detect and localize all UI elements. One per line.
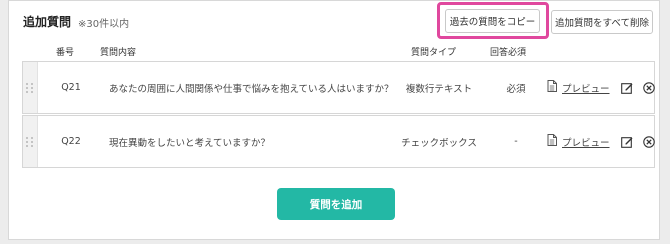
question-content: あなたの周囲に人間関係や仕事で悩みを抱えている人はいますか？ — [109, 83, 394, 95]
table-row: Q22 現在異動をしたいと考えていますか？ チェックボックス - プレビュー — [22, 115, 655, 168]
preview-link[interactable]: プレビュー — [547, 62, 610, 113]
question-number: Q21 — [61, 82, 81, 93]
preview-label[interactable]: プレビュー — [562, 81, 610, 95]
header-type: 質問タイプ — [411, 48, 457, 58]
question-number: Q22 — [61, 136, 81, 147]
question-type: 複数行テキスト — [405, 83, 473, 95]
edit-icon[interactable] — [621, 136, 633, 148]
required-status: 必須 — [506, 83, 526, 95]
preview-label[interactable]: プレビュー — [562, 135, 610, 149]
drag-handle-icon[interactable] — [23, 116, 38, 167]
question-type: チェックボックス — [401, 137, 477, 149]
required-status: - — [514, 136, 518, 147]
section-note: ※30件以内 — [78, 19, 130, 30]
edit-icon[interactable] — [621, 82, 633, 94]
header-content: 質問内容 — [100, 48, 137, 58]
preview-link[interactable]: プレビュー — [547, 116, 610, 167]
drag-handle-icon[interactable] — [23, 62, 38, 113]
delete-icon[interactable] — [643, 81, 655, 94]
table-row: Q21 あなたの周囲に人間関係や仕事で悩みを抱えている人はいますか？ 複数行テキ… — [22, 61, 655, 114]
header-required: 回答必須 — [490, 48, 527, 58]
additional-questions-panel: 追加質問 ※30件以内 過去の質問をコピー 追加質問をすべて削除 番号 質問内容… — [8, 0, 660, 240]
section-title: 追加質問 — [23, 15, 72, 29]
document-icon — [547, 80, 557, 95]
delete-all-questions-button[interactable]: 追加質問をすべて削除 — [551, 10, 653, 34]
copy-past-questions-button[interactable]: 過去の質問をコピー — [445, 9, 540, 33]
document-icon — [547, 134, 557, 149]
delete-icon[interactable] — [643, 135, 655, 148]
add-question-button[interactable]: 質問を追加 — [277, 188, 395, 220]
question-content: 現在異動をしたいと考えていますか？ — [109, 137, 271, 149]
header-number: 番号 — [56, 48, 75, 58]
